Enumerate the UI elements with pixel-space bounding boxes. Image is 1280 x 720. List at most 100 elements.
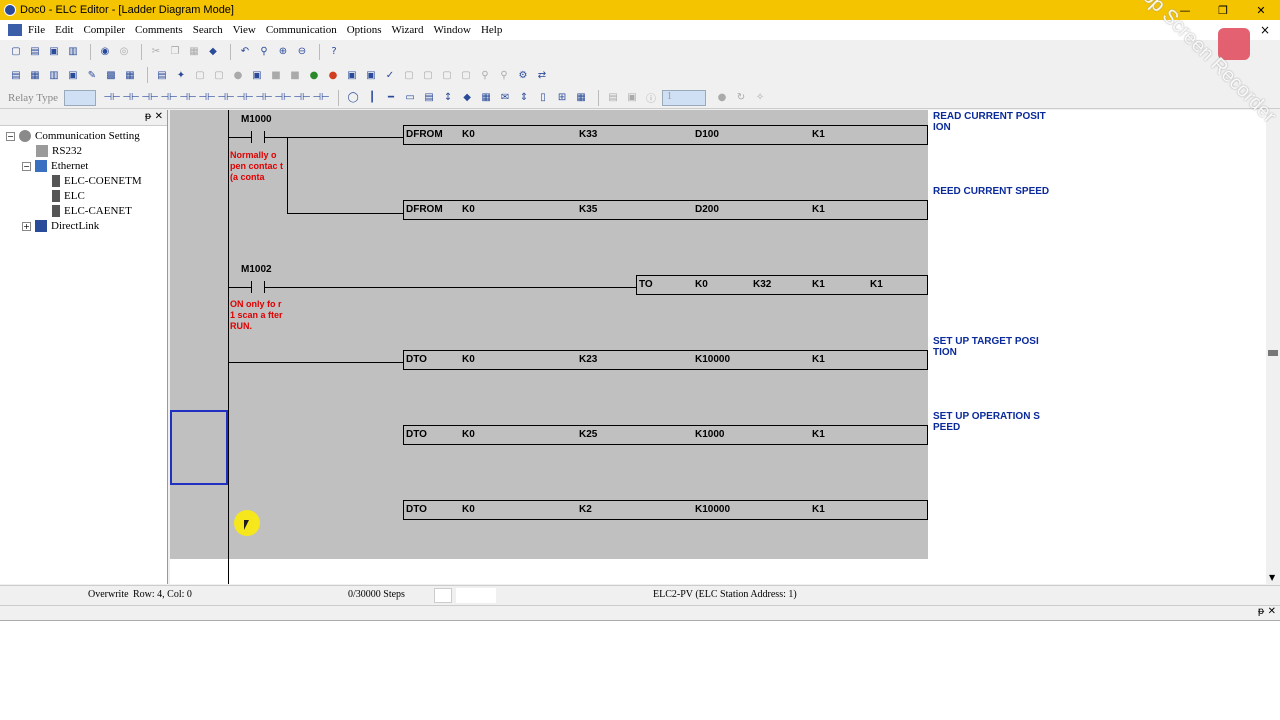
instruction-block[interactable]: DFROM K0 K35 D200 K1	[403, 200, 928, 220]
step2-icon[interactable]: ▢	[211, 67, 227, 83]
normally-open-contact[interactable]	[251, 131, 265, 143]
undo-icon[interactable]: ↶	[237, 44, 253, 60]
wand-icon[interactable]: ✦	[173, 67, 189, 83]
scroll-down-icon[interactable]: ▼	[1269, 573, 1275, 582]
ladder-cursor[interactable]	[170, 410, 228, 485]
contact-f11-icon[interactable]: ⊣⊢	[293, 90, 310, 106]
off-icon[interactable]: ▢	[458, 67, 474, 83]
menu-compiler[interactable]: Compiler	[83, 24, 125, 36]
print-icon[interactable]: ▥	[65, 44, 81, 60]
menu-edit[interactable]: Edit	[55, 24, 73, 36]
vertical-scrollbar[interactable]: ▼	[1266, 110, 1280, 584]
set-icon[interactable]: ▢	[401, 67, 417, 83]
expand-icon[interactable]: +	[22, 221, 31, 231]
mail-icon[interactable]: ✉	[497, 90, 513, 106]
menu-help[interactable]: Help	[481, 24, 502, 36]
tree-directlink[interactable]: + DirectLink	[22, 220, 99, 232]
device-icon[interactable]: ▣	[249, 67, 265, 83]
transfer-icon[interactable]: ⇄	[534, 67, 550, 83]
coil-icon[interactable]: ◯	[345, 90, 361, 106]
column-icon[interactable]: ▯	[535, 90, 551, 106]
horizontal-line-icon[interactable]: ━	[383, 90, 399, 106]
ladder-mode-icon[interactable]: ▦	[27, 67, 43, 83]
monitor-device-icon[interactable]: ▣	[344, 67, 360, 83]
stop-icon[interactable]: ●	[325, 67, 341, 83]
step-icon[interactable]: ▢	[192, 67, 208, 83]
search-device-icon[interactable]: ⚲	[477, 67, 493, 83]
copy-icon[interactable]: ❐	[167, 44, 183, 60]
force-icon[interactable]: ✓	[382, 67, 398, 83]
split-icon[interactable]: ⇕	[516, 90, 532, 106]
info-icon[interactable]: ⓘ	[643, 90, 659, 106]
screen-icon[interactable]: ▣	[624, 90, 640, 106]
monitor-icon[interactable]: ▣	[65, 67, 81, 83]
eraser-icon[interactable]: ◆	[205, 44, 221, 60]
find-icon[interactable]: ⚲	[256, 44, 272, 60]
collapse-icon[interactable]: −	[6, 131, 15, 141]
graph-icon[interactable]: ▤	[421, 90, 437, 106]
contact-f5-icon[interactable]: ⊣⊢	[179, 90, 196, 106]
tree-communication-setting[interactable]: − Communication Setting	[6, 130, 140, 142]
panel-buttons[interactable]: ᵽ ✕	[145, 111, 163, 122]
branch-icon[interactable]: ↕	[440, 90, 456, 106]
on-icon[interactable]: ▢	[439, 67, 455, 83]
bank-icon[interactable]: ▦	[478, 90, 494, 106]
save-icon[interactable]: ▣	[46, 44, 62, 60]
diamond-icon[interactable]: ◆	[459, 90, 475, 106]
run-icon[interactable]: ●	[306, 67, 322, 83]
function-icon[interactable]: ▭	[402, 90, 418, 106]
tree-elc[interactable]: ELC	[52, 190, 85, 202]
menu-file[interactable]: File	[28, 24, 45, 36]
calendar-icon[interactable]: ▦	[573, 90, 589, 106]
tree-elc-coenetm[interactable]: ELC-COENETM	[52, 175, 142, 187]
maximize-button[interactable]: ❐	[1204, 0, 1242, 20]
instruction-block[interactable]: DTO K0 K2 K10000 K1	[403, 500, 928, 520]
output-pane[interactable]	[0, 620, 1280, 720]
tree-rs232[interactable]: RS232	[36, 145, 82, 157]
document-close-button[interactable]: ×	[1260, 23, 1270, 37]
menu-search[interactable]: Search	[193, 24, 223, 36]
contact-f6-icon[interactable]: ⊣⊢	[198, 90, 215, 106]
node-icon[interactable]: ⊞	[554, 90, 570, 106]
contact-f9-icon[interactable]: ⊣⊢	[255, 90, 272, 106]
comment-icon[interactable]: ▤	[154, 67, 170, 83]
instruction-block[interactable]: DTO K0 K23 K10000 K1	[403, 350, 928, 370]
collapse-icon[interactable]: −	[22, 161, 31, 171]
tree-ethernet[interactable]: − Ethernet	[22, 160, 88, 172]
paste-icon[interactable]: ▦	[186, 44, 202, 60]
ladder-view-icon[interactable]: ▩	[103, 67, 119, 83]
contact-f1-icon[interactable]: ⊣⊢	[103, 90, 120, 106]
bulb-icon[interactable]: ●	[230, 67, 246, 83]
block2-icon[interactable]: ■	[287, 67, 303, 83]
contact-f7-icon[interactable]: ⊣⊢	[217, 90, 234, 106]
edit-mode-icon[interactable]: ✎	[84, 67, 100, 83]
contact-f10-icon[interactable]: ⊣⊢	[274, 90, 291, 106]
menu-window[interactable]: Window	[433, 24, 470, 36]
normally-open-contact[interactable]	[251, 281, 265, 293]
menu-communication[interactable]: Communication	[266, 24, 337, 36]
cut-icon[interactable]: ✂	[148, 44, 164, 60]
contact-f8-icon[interactable]: ⊣⊢	[236, 90, 253, 106]
disconnect-icon[interactable]: ◎	[116, 44, 132, 60]
reset-icon[interactable]: ▢	[420, 67, 436, 83]
instruction-block[interactable]: DTO K0 K25 K1000 K1	[403, 425, 928, 445]
stop-circle-icon[interactable]: ●	[714, 90, 730, 106]
contact-f12-icon[interactable]: ⊣⊢	[312, 90, 329, 106]
help-icon[interactable]: ?	[326, 44, 342, 60]
document-icon[interactable]	[8, 24, 22, 36]
contact-f4-icon[interactable]: ⊣⊢	[160, 90, 177, 106]
pin-icon[interactable]: ✧	[752, 90, 768, 106]
settings-icon[interactable]: ⚙	[515, 67, 531, 83]
open-file-icon[interactable]: ▤	[27, 44, 43, 60]
menu-comments[interactable]: Comments	[135, 24, 183, 36]
block-icon[interactable]: ■	[268, 67, 284, 83]
scroll-thumb[interactable]	[1268, 350, 1278, 356]
new-file-icon[interactable]: ▢	[8, 44, 24, 60]
search2-icon[interactable]: ⚲	[496, 67, 512, 83]
instruction-block[interactable]: DFROM K0 K33 D100 K1	[403, 125, 928, 145]
vertical-line-icon[interactable]: ┃	[364, 90, 380, 106]
contact-f2-icon[interactable]: ⊣⊢	[122, 90, 139, 106]
panel-buttons[interactable]: ᵽ ✕	[1258, 606, 1276, 617]
close-button[interactable]: ✕	[1242, 0, 1280, 20]
relay-type-select[interactable]	[64, 89, 97, 106]
